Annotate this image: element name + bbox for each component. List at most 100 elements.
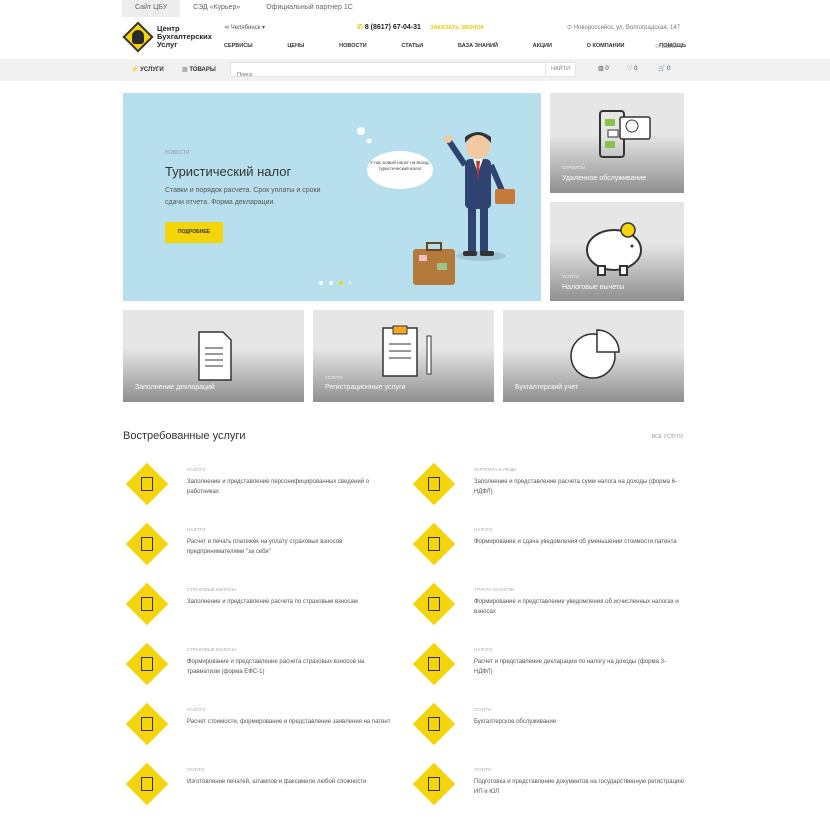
nav-news[interactable]: НОВОСТИ (339, 43, 367, 49)
logo-text: Центр Бухгалтерских Услуг (157, 24, 212, 49)
chevron-down-icon: ▾ (262, 25, 266, 31)
service-category: НАЛОГИ (187, 527, 206, 532)
services-menu-label: УСЛУГИ (140, 67, 164, 73)
lightning-icon: ⚡ (131, 67, 139, 73)
tile-registration[interactable]: УСЛУГИ Регистрационные услуги (313, 310, 494, 402)
callback-link[interactable]: ЗАКАЗАТЬ ЗВОНОК (430, 25, 484, 31)
service-icon (412, 522, 456, 566)
address: ⊙ Новороссийск, ул. Волгоградская, 147 (567, 24, 680, 31)
login-text: Войти (661, 44, 677, 50)
hero-description: Ставки и порядок расчета. Срок уплаты и … (165, 187, 321, 206)
nav-knowledge-base[interactable]: БАЗА ЗНАНИЙ (458, 43, 498, 49)
slider-dots (319, 281, 351, 285)
service-icon (125, 462, 169, 506)
services-menu-button[interactable]: ⚡ УСЛУГИ (131, 66, 164, 73)
tile-title: Бухгалтерский учет (515, 384, 579, 391)
favorites-link[interactable]: ♡ 0 (627, 65, 637, 72)
service-icon (412, 462, 456, 506)
tab-sed-courier[interactable]: СЭД «Курьер» (180, 0, 253, 17)
service-icon (125, 642, 169, 686)
service-category: УСЛУГИ (474, 767, 492, 772)
search-input[interactable] (231, 69, 541, 81)
logo[interactable]: Центр Бухгалтерских Услуг (122, 21, 219, 53)
service-icon (125, 762, 169, 806)
hero-slider[interactable]: НОВОСТИ Туристический налог Ставки и пор… (123, 93, 541, 301)
hero-more-button[interactable]: ПОДРОБНЕЕ (165, 222, 223, 243)
service-category: НАЛОГИ (474, 527, 493, 532)
cart-count: 0 (667, 66, 671, 72)
login-link[interactable]: ⚇ Войти (655, 44, 677, 50)
service-category: СТРАХОВЫЕ ВЗНОСЫ (187, 587, 236, 592)
user-icon: ⚇ (655, 44, 660, 50)
search-box: НАЙТИ (230, 62, 576, 81)
tile-accounting[interactable]: Бухгалтерский учет (503, 310, 684, 402)
service-category: УПЛАТА НАЛОГОВ (474, 587, 515, 592)
tile-kicker: УСЛУГИ (325, 375, 343, 380)
service-category: НАЛОГИ (474, 647, 493, 652)
service-icon (412, 762, 456, 806)
popular-services-title: Востребованные услуги (123, 430, 246, 442)
service-name[interactable]: Бухгалтерское обслуживание (474, 717, 684, 727)
city-name: Челябинск (230, 25, 261, 31)
cart-link[interactable]: 🛒 0 (658, 65, 671, 72)
search-button[interactable]: НАЙТИ (545, 63, 575, 76)
compare-link[interactable]: ▥ 0 (598, 65, 609, 72)
phone-number[interactable]: ✆ 8 (8617) 67-04-31 (357, 23, 421, 31)
chat-screen-icon (599, 110, 651, 158)
tab-1c-partner[interactable]: Официальный партнер 1С (253, 0, 366, 17)
service-name[interactable]: Расчет и представление декларации по нал… (474, 657, 684, 677)
tile-title: Удаленное обслуживание (562, 175, 647, 182)
tile-declarations[interactable]: Заполнение деклараций (123, 310, 304, 402)
service-name[interactable]: Формирование и представление уведомления… (474, 597, 684, 617)
goods-menu-button[interactable]: ▦ ТОВАРЫ (182, 66, 216, 73)
service-icon (125, 582, 169, 626)
service-icon (412, 582, 456, 626)
slider-dot-active[interactable] (339, 281, 343, 285)
slider-dot[interactable] (319, 281, 323, 285)
service-name[interactable]: Формирование и представление расчета стр… (187, 657, 397, 677)
favorites-count: 0 (634, 66, 638, 72)
tile-kicker: СЕРВИСЫ (562, 165, 585, 170)
tab-cbu-site[interactable]: Сайт ЦБУ (122, 0, 181, 17)
slider-dot[interactable] (329, 281, 333, 285)
compare-icon: ▥ (598, 66, 604, 72)
slider-dot[interactable] (349, 282, 351, 284)
service-category: УСЛУГИ (187, 767, 205, 772)
service-icon (125, 702, 169, 746)
service-category: УСЛУГИ (474, 707, 492, 712)
service-name[interactable]: Формирование и сдача уведомления об умен… (474, 537, 684, 547)
nav-articles[interactable]: СТАТЬИ (401, 43, 423, 49)
service-name[interactable]: Подготовка и представление документов на… (474, 777, 684, 797)
service-name[interactable]: Заполнение и представление расчета по ст… (187, 597, 397, 607)
location-pin-icon: ⊲ (224, 25, 230, 31)
phone-text: 8 (8617) 67-04-31 (364, 24, 421, 31)
service-icon (412, 702, 456, 746)
heart-icon: ♡ (627, 66, 633, 72)
top-tabs: Сайт ЦБУ СЭД «Курьер» Официальный партне… (122, 0, 366, 17)
clipboard-icon (382, 325, 432, 377)
location-pin-icon: ⊙ (567, 25, 573, 31)
nav-promotions[interactable]: АКЦИИ (533, 43, 552, 49)
address-text: Новороссийск, ул. Волгоградская, 147 (573, 25, 681, 31)
all-services-link[interactable]: ВСЕ УСЛУГИ (652, 434, 683, 440)
nav-about[interactable]: О КОМПАНИИ (587, 43, 625, 49)
service-name[interactable]: Расчет стоимости, формирование и предста… (187, 717, 397, 727)
tile-title: Регистрационные услуги (325, 384, 406, 391)
service-name[interactable]: Заполнение и представление персонифициро… (187, 477, 397, 497)
nav-services[interactable]: СЕРВИСЫ (224, 43, 253, 49)
piggy-bank-icon (586, 222, 642, 276)
city-selector[interactable]: ⊲ Челябинск ▾ (224, 24, 265, 31)
goods-menu-label: ТОВАРЫ (189, 67, 216, 73)
pie-chart-icon (570, 329, 620, 379)
nav-prices[interactable]: ЦЕНЫ (287, 43, 304, 49)
service-category: НАЛОГИ (187, 467, 206, 472)
service-name[interactable]: Расчет и печать платежек на уплату страх… (187, 537, 397, 557)
tile-remote-service[interactable]: СЕРВИСЫ Удаленное обслуживание (550, 93, 684, 193)
service-name[interactable]: Изготовление печатей, штампов и факсимил… (187, 777, 397, 787)
tile-title: Налоговые вычеты (562, 284, 625, 291)
service-category: СТРАХОВЫЕ ВЗНОСЫ (187, 647, 236, 652)
hero-kicker: НОВОСТИ (165, 150, 190, 156)
service-name[interactable]: Заполнение и представление расчета сумм … (474, 477, 684, 497)
cart-icon: 🛒 (658, 66, 666, 72)
tile-tax-deductions[interactable]: УСЛУГИ Налоговые вычеты (550, 202, 684, 301)
